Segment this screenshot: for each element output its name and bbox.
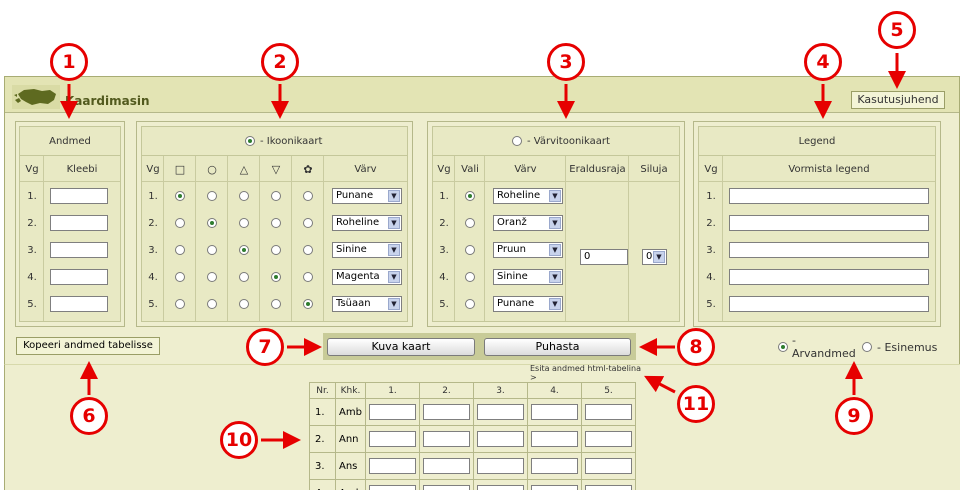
annotated-screenshot: Kaardimasin Kasutusjuhend Andmed Vg Klee…	[0, 0, 960, 490]
callout-3: 3	[547, 43, 585, 81]
callout-11: 11	[677, 385, 715, 423]
arrow-11	[644, 375, 676, 394]
callout-5: 5	[878, 11, 916, 49]
callout-8: 8	[677, 328, 715, 366]
callout-2: 2	[261, 43, 299, 81]
callout-7: 7	[246, 328, 284, 366]
callout-6: 6	[70, 397, 108, 435]
callout-1: 1	[50, 43, 88, 81]
callout-4: 4	[804, 43, 842, 81]
callout-9: 9	[835, 397, 873, 435]
callout-10: 10	[220, 421, 258, 459]
